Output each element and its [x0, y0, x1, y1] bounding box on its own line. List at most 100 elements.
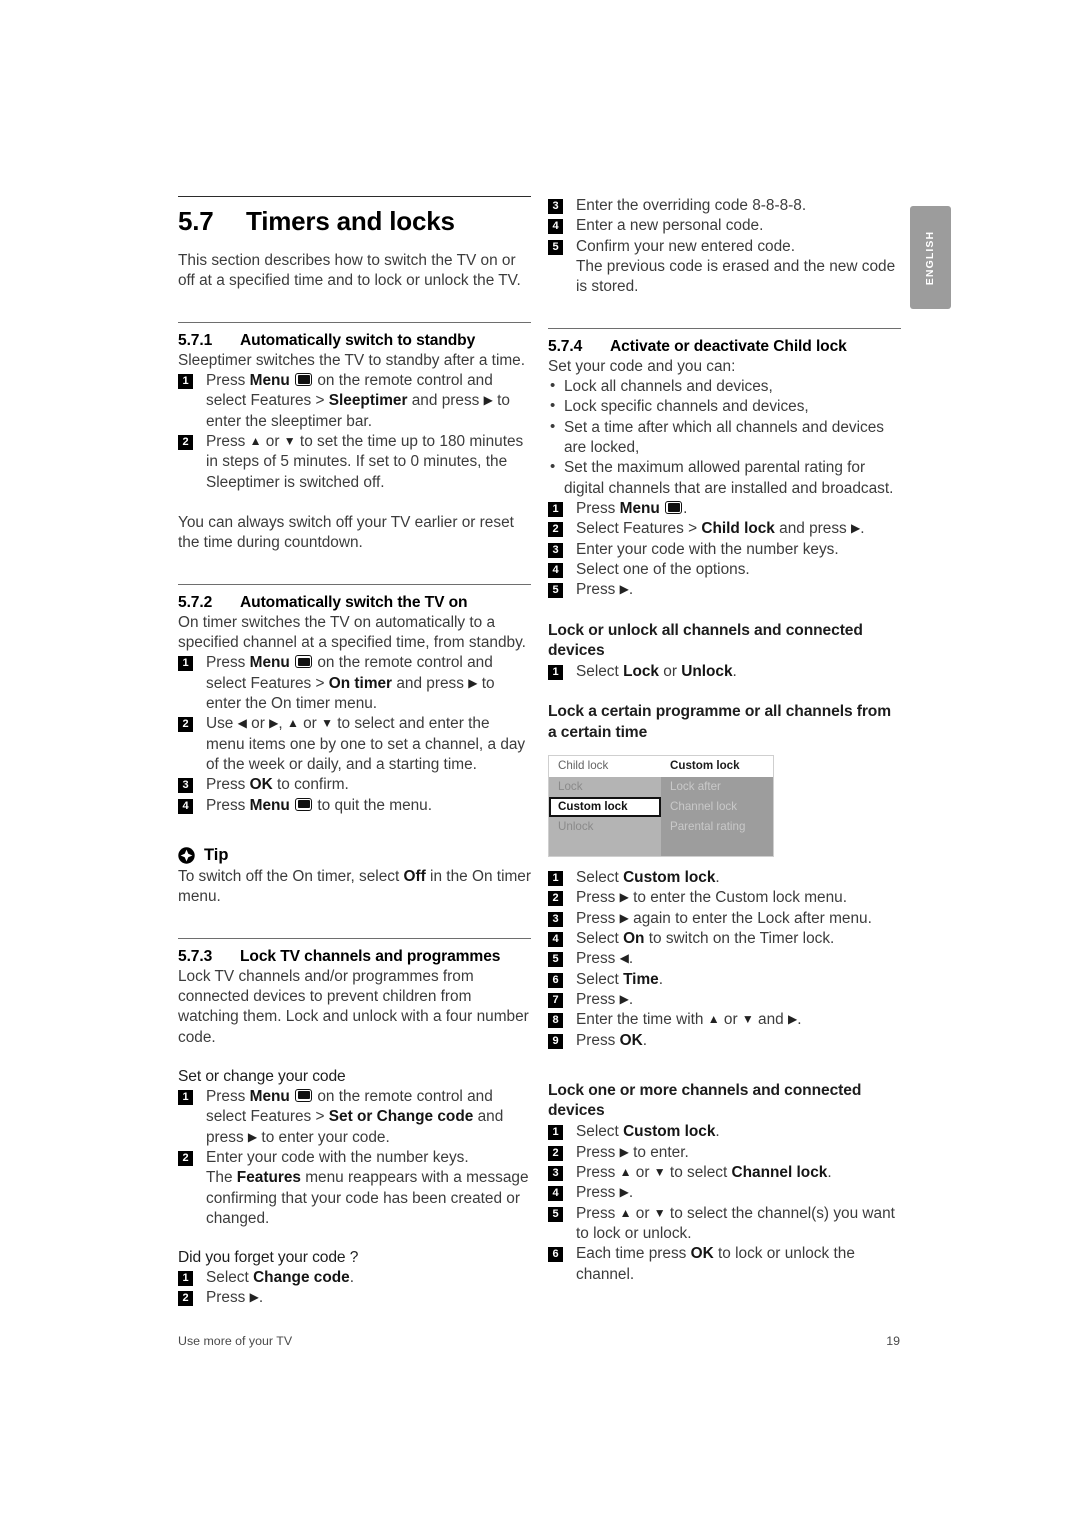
arrow-up-icon: [250, 434, 262, 448]
step-badge: 4: [548, 931, 563, 947]
section-intro: This section describes how to switch the…: [178, 252, 521, 290]
step-item: 1 Select Lock or Unlock.: [548, 662, 901, 682]
section-rule: [178, 196, 531, 197]
heading-text: Activate or deactivate Child lock: [610, 337, 847, 355]
s571-after: You can always switch off your TV earlie…: [178, 513, 514, 552]
left-column: 5.7 Timers and locks This section descri…: [178, 196, 531, 1309]
arrow-up-icon: [708, 1012, 720, 1026]
heading-number: 5.7.3: [178, 947, 213, 965]
step-item: 4 Select On to switch on the Timer lock.: [548, 929, 901, 949]
step-badge: 2: [178, 434, 193, 450]
language-side-tab-label: ENGLISH: [924, 230, 937, 285]
arrow-up-icon: [287, 716, 299, 730]
step-badge: 4: [548, 562, 563, 578]
block-lock-one-steps: 1 Select Custom lock. 2 Press to enter. …: [548, 1122, 901, 1285]
step-item: 5 Confirm your new entered code.: [548, 237, 901, 257]
step-text: Confirm your new entered code.: [576, 237, 796, 255]
step-item: 2 Use or , or to select and enter the me…: [178, 714, 531, 775]
tvmenu-blank-right: [661, 836, 773, 856]
arrow-up-icon: [620, 1165, 632, 1179]
tip-icon: [178, 847, 195, 864]
step-badge: 2: [178, 1150, 193, 1166]
step-item: 3 Press again to enter the Lock after me…: [548, 909, 901, 929]
heading-5-7-3: 5.7.3 Lock TV channels and programmes: [178, 948, 531, 966]
heading-number: 5.7.2: [178, 593, 213, 611]
block-lock-one-heading: Lock one or more channels and connected …: [548, 1081, 862, 1120]
step-item: 4 Enter a new personal code.: [548, 216, 901, 236]
step-item: 1 Select Change code.: [178, 1268, 531, 1288]
tvmenu-row: Unlock Parental rating: [549, 816, 773, 837]
step-item: 9 Press OK.: [548, 1031, 901, 1051]
step-item: 2 Enter your code with the number keys.: [178, 1148, 531, 1168]
tvmenu-item-channel-lock[interactable]: Channel lock: [661, 796, 773, 817]
step-badge: 1: [178, 1271, 193, 1287]
subsection-rule-572: [178, 583, 531, 585]
arrow-down-icon: [284, 434, 296, 448]
footer-page-number: 19: [886, 1334, 900, 1348]
s572-steps: 1 Press Menu on the remote control and s…: [178, 653, 531, 816]
heading-5-7-1: 5.7.1 Automatically switch to standby: [178, 332, 531, 350]
step-badge: 1: [548, 501, 563, 517]
right-top-steps: 3 Enter the overriding code 8-8-8-8. 4 E…: [548, 196, 901, 298]
tvmenu-item-lock[interactable]: Lock: [549, 776, 661, 797]
arrow-right-icon: [269, 716, 278, 730]
step-badge: 4: [178, 798, 193, 814]
menu-icon: [295, 655, 313, 669]
tvmenu-header-right: Custom lock: [661, 755, 773, 777]
s574-bullets: Lock all channels and devices, Lock spec…: [548, 376, 901, 499]
step-continuation: The previous code is erased and the new …: [548, 257, 901, 298]
step-item: 1 Press Menu on the remote control and s…: [178, 371, 531, 432]
arrow-down-icon: [654, 1206, 666, 1220]
arrow-right-icon: [620, 1145, 629, 1159]
page-footer: Use more of your TV 19: [178, 1334, 900, 1348]
step-item: 4 Press .: [548, 1183, 901, 1203]
heading-5-7-2: 5.7.2 Automatically switch the TV on: [178, 594, 531, 612]
step-badge: 6: [548, 1247, 563, 1263]
s573-sub1-heading: Set or change your code: [178, 1067, 346, 1085]
tvmenu-item-custom-lock-selected[interactable]: Custom lock: [549, 796, 661, 817]
menu-icon: [665, 500, 683, 514]
step-badge: 5: [548, 1206, 563, 1222]
step-badge: 2: [178, 1291, 193, 1307]
step-item: 1 Select Custom lock.: [548, 868, 901, 888]
s573-sub2-heading: Did you forget your code ?: [178, 1249, 359, 1267]
step-badge: 3: [548, 542, 563, 558]
arrow-right-icon: [620, 992, 629, 1006]
heading-text: Automatically switch to standby: [240, 331, 476, 349]
page-title: 5.7 Timers and locks: [178, 206, 531, 237]
step-item: 5 Press .: [548, 949, 901, 969]
step-badge: 9: [548, 1033, 563, 1049]
tvmenu-item-parental-rating[interactable]: Parental rating: [661, 816, 773, 837]
subsection-rule-573: [178, 937, 531, 939]
step-continuation: The Features menu reappears with a messa…: [206, 1169, 529, 1227]
heading-text: Lock TV channels and programmes: [240, 947, 501, 965]
step-item: 3 Enter your code with the number keys.: [548, 540, 901, 560]
step-badge: 8: [548, 1013, 563, 1029]
tvmenu-header-row: Child lock Custom lock: [549, 755, 773, 777]
arrow-down-icon: [321, 716, 333, 730]
tvmenu-item-unlock[interactable]: Unlock: [549, 816, 661, 837]
step-text: Enter a new personal code.: [576, 217, 764, 235]
arrow-up-icon: [620, 1206, 632, 1220]
step-item: 2 Press or to set the time up to 180 min…: [178, 432, 531, 493]
step-badge: 5: [548, 583, 563, 599]
step-badge: 1: [548, 1125, 563, 1141]
step-text: Enter the overriding code 8-8-8-8.: [576, 197, 807, 214]
language-side-tab: ENGLISH: [910, 206, 951, 309]
tv-child-lock-menu: Child lock Custom lock Lock Lock after C…: [548, 754, 774, 857]
step-item: 8 Enter the time with or and .: [548, 1010, 901, 1030]
bullet-item: Set a time after which all channels and …: [548, 417, 901, 459]
block-certain-heading: Lock a certain programme or all channels…: [548, 703, 892, 741]
menu-icon: [295, 372, 313, 386]
subsection-rule-574: [548, 327, 901, 329]
step-item: 7 Press .: [548, 990, 901, 1010]
block-lock-all-steps: 1 Select Lock or Unlock.: [548, 662, 901, 682]
step-badge: 4: [548, 219, 563, 235]
arrow-right-icon: [620, 1185, 629, 1199]
step-badge: 4: [548, 1186, 563, 1202]
tvmenu-item-lock-after[interactable]: Lock after: [661, 776, 773, 797]
step-item: 3 Press or to select Channel lock.: [548, 1163, 901, 1183]
arrow-down-icon: [742, 1012, 754, 1026]
arrow-right-icon: [468, 676, 477, 690]
arrow-right-icon: [620, 890, 629, 904]
